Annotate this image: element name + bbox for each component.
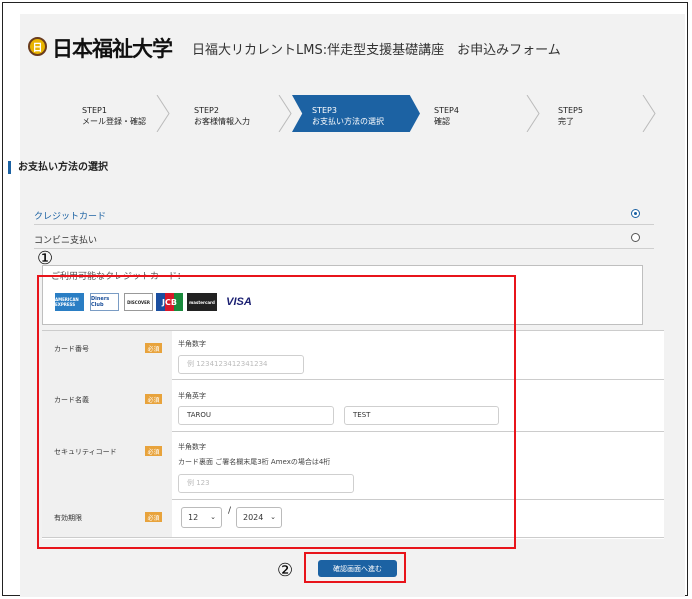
university-name: 日本福祉大学	[52, 36, 173, 61]
step-5: STEP5 完了	[540, 95, 656, 132]
payment-option-label: クレジットカード	[34, 212, 107, 222]
step-number: STEP4	[434, 106, 459, 115]
step-label: お支払い方法の選択	[312, 117, 384, 126]
step-2: STEP2 お客様情報入力	[170, 95, 292, 132]
step-chevron-icon	[526, 95, 540, 132]
annotation-number-1: ①	[37, 248, 54, 269]
step-label: 完了	[558, 117, 574, 126]
step-1: STEP1 メール登録・確認	[48, 95, 170, 132]
step-label: お客様情報入力	[194, 117, 250, 126]
step-label: 確認	[434, 117, 450, 126]
step-4: STEP4 確認	[420, 95, 540, 132]
step-number: STEP3	[312, 106, 337, 115]
payment-option-label: コンビニ支払い	[34, 236, 98, 246]
step-3-active: STEP3 お支払い方法の選択	[292, 95, 420, 132]
radio-unselected[interactable]	[631, 233, 640, 242]
step-number: STEP1	[82, 106, 107, 115]
step-chevron-icon	[642, 95, 656, 132]
payment-option-convenience-store[interactable]: コンビニ支払い	[34, 228, 654, 249]
confirm-button[interactable]: 確認画面へ進む	[318, 560, 397, 577]
step-chevron-icon	[156, 95, 170, 132]
radio-selected[interactable]	[631, 209, 640, 218]
university-logo-icon: 日	[28, 37, 47, 56]
section-title: お支払い方法の選択	[8, 161, 108, 174]
course-title: 日福大リカレントLMS:伴走型支援基礎講座 お申込みフォーム	[192, 43, 561, 58]
step-number: STEP5	[558, 106, 583, 115]
step-number: STEP2	[194, 106, 219, 115]
annotation-highlight-1	[37, 275, 516, 549]
step-progress: STEP1 メール登録・確認 STEP2 お客様情報入力 STEP3 お支払い方法の選…	[48, 95, 656, 132]
step-label: メール登録・確認	[82, 117, 146, 126]
step-chevron-icon	[278, 95, 292, 132]
annotation-number-2: ②	[277, 560, 294, 581]
payment-option-credit-card[interactable]: クレジットカード	[34, 204, 654, 225]
header: 日 日本福祉大学 日福大リカレントLMS:伴走型支援基礎講座 お申込みフォーム	[20, 14, 685, 76]
